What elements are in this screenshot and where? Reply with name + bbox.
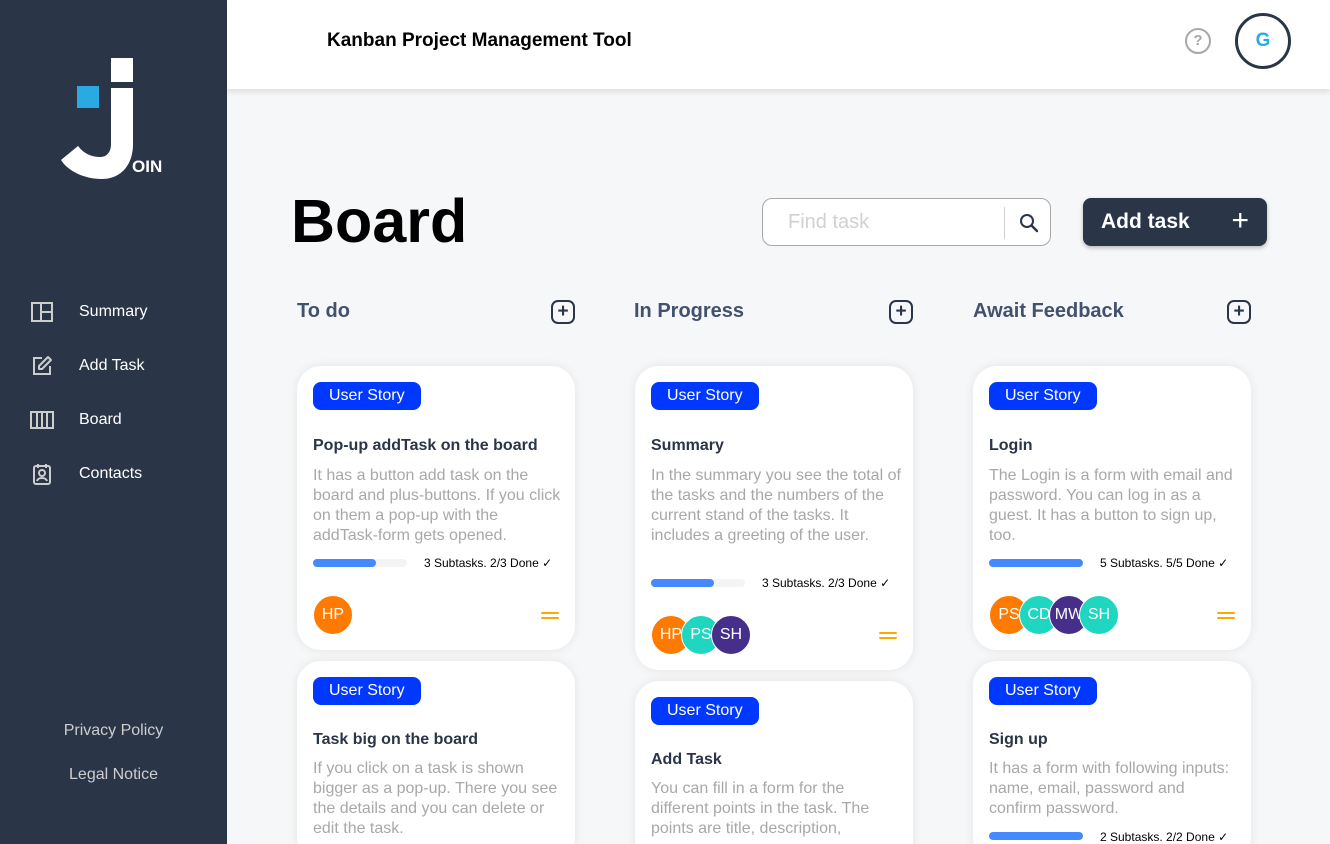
sidebar-item-label: Summary (79, 303, 148, 320)
task-description: In the summary you see the total of the … (651, 467, 901, 544)
sidebar-item-label: Contacts (79, 465, 143, 482)
progress-fill (989, 559, 1083, 567)
task-title: Sign up (989, 731, 1048, 748)
sidebar-item-contacts[interactable]: Contacts (0, 447, 227, 501)
task-description: If you click on a task is shown bigger a… (313, 760, 558, 837)
join-logo[interactable]: OIN (60, 56, 170, 182)
add-to-todo-button[interactable]: + (551, 300, 575, 324)
add-to-in-progress-button[interactable]: + (889, 300, 913, 324)
category-badge: User Story (651, 382, 759, 410)
task-title: Pop-up addTask on the board (313, 437, 538, 454)
category-badge: User Story (989, 382, 1097, 410)
top-header: Kanban Project Management Tool ? G (227, 0, 1330, 89)
category-badge: User Story (989, 677, 1097, 705)
logo-text: OIN (132, 157, 163, 176)
sidebar: OIN Summary Add Task Board Contacts Priv… (0, 0, 227, 844)
task-description: You can fill in a form for the different… (651, 780, 870, 837)
sidebar-footer: Privacy Policy Legal Notice (0, 722, 227, 810)
task-description: It has a button add task on the board an… (313, 467, 561, 544)
task-card[interactable]: User Story Summary In the summary you se… (635, 366, 913, 670)
edit-icon (30, 354, 54, 378)
task-title: Login (989, 437, 1033, 454)
sidebar-item-board[interactable]: Board (0, 393, 227, 447)
category-badge: User Story (313, 382, 421, 410)
priority-medium-icon (1217, 612, 1235, 622)
search-box (762, 198, 1051, 246)
task-card[interactable]: User Story Add Task You can fill in a fo… (635, 681, 913, 844)
category-badge: User Story (651, 697, 759, 725)
sidebar-item-label: Board (79, 411, 122, 428)
subtask-count: 2 Subtasks. 2/2 Done ✓ (1100, 830, 1229, 844)
subtask-progress-bar (651, 579, 745, 587)
user-avatar[interactable]: G (1235, 13, 1291, 69)
subtask-progress-bar (989, 559, 1083, 567)
subtask-count: 3 Subtasks. 2/3 Done ✓ (424, 556, 553, 570)
help-icon[interactable]: ? (1185, 28, 1211, 54)
sidebar-item-label: Add Task (79, 357, 145, 374)
task-card[interactable]: User Story Login The Login is a form wit… (973, 366, 1251, 650)
search-input[interactable] (764, 200, 1002, 244)
progress-fill (989, 832, 1083, 840)
subtask-progress-bar (989, 832, 1083, 840)
app-title: Kanban Project Management Tool (327, 30, 632, 51)
priority-medium-icon (879, 632, 897, 642)
logo-j-shape (61, 88, 133, 179)
assignee-avatar: SH (711, 615, 751, 655)
priority-medium-icon (541, 612, 559, 622)
contacts-icon (30, 462, 54, 486)
sidebar-nav: Summary Add Task Board Contacts (0, 285, 227, 501)
task-card[interactable]: User Story Pop-up addTask on the board I… (297, 366, 575, 650)
legal-notice-link[interactable]: Legal Notice (0, 766, 227, 786)
sidebar-item-summary[interactable]: Summary (0, 285, 227, 339)
task-description: The Login is a form with email and passw… (989, 467, 1233, 544)
subtask-count: 3 Subtasks. 2/3 Done ✓ (762, 576, 891, 590)
search-divider (1004, 207, 1005, 239)
assignee-avatar: SH (1079, 595, 1119, 635)
task-title: Summary (651, 437, 724, 454)
category-badge: User Story (313, 677, 421, 705)
summary-icon (30, 300, 54, 324)
task-card[interactable]: User Story Sign up It has a form with fo… (973, 661, 1251, 844)
column-title-in-progress: In Progress (634, 300, 745, 322)
add-to-await-feedback-button[interactable]: + (1227, 300, 1251, 324)
column-title-await-feedback: Await Feedback (973, 300, 1124, 322)
progress-fill (651, 579, 714, 587)
assignee-avatar: HP (313, 595, 353, 635)
plus-icon: + (1231, 204, 1249, 237)
privacy-policy-link[interactable]: Privacy Policy (0, 722, 227, 742)
progress-fill (313, 559, 376, 567)
subtask-progress-bar (313, 559, 407, 567)
search-icon[interactable] (1018, 212, 1040, 234)
board-icon (30, 408, 54, 432)
task-card[interactable]: User Story Task big on the board If you … (297, 661, 575, 844)
subtask-count: 5 Subtasks. 5/5 Done ✓ (1100, 556, 1229, 570)
column-title-todo: To do (297, 300, 350, 322)
page-title: Board (291, 187, 468, 255)
add-task-label: Add task (1101, 210, 1190, 233)
task-title: Task big on the board (313, 731, 479, 748)
sidebar-item-add-task[interactable]: Add Task (0, 339, 227, 393)
task-description: It has a form with following inputs: nam… (989, 760, 1230, 817)
add-task-button[interactable]: Add task + (1083, 198, 1267, 246)
task-title: Add Task (651, 751, 722, 768)
